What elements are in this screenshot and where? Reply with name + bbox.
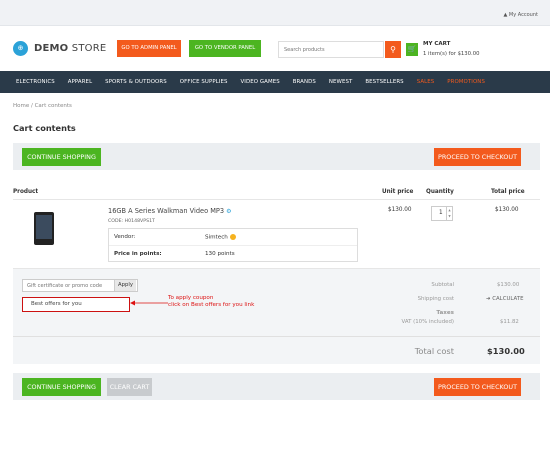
logo-rest: STORE <box>68 43 107 54</box>
vendor-label: Vendor: <box>114 234 136 240</box>
col-unit-price: Unit price <box>382 189 414 195</box>
subtotal-value: $130.00 <box>497 282 520 288</box>
logo-bold: DEMO <box>34 43 69 54</box>
quantity-stepper[interactable]: 1 ▲ ▼ <box>431 206 453 221</box>
nav-brands[interactable]: BRANDS <box>293 79 316 85</box>
cart-summary[interactable]: 1 item(s) for $130.00 <box>423 51 479 57</box>
gear-icon[interactable]: ⚙ <box>226 208 231 215</box>
top-strip: ▲ My Account <box>0 0 550 26</box>
vat-value: $11.82 <box>500 319 519 325</box>
vendor-value[interactable]: Simtech <box>205 234 236 241</box>
points-label: Price in points: <box>114 251 162 257</box>
cart-logo-icon: ⊕ <box>13 41 28 56</box>
continue-shopping-button-bottom[interactable]: CONTINUE SHOPPING <box>22 378 101 396</box>
divider <box>13 199 540 200</box>
calculate-text[interactable]: CALCULATE <box>492 296 523 302</box>
nav-sales[interactable]: SALES <box>417 79 435 85</box>
subtotal-label: Subtotal <box>431 282 454 288</box>
page-title: Cart contents <box>13 123 76 133</box>
points-value: 130 points <box>205 251 235 257</box>
shipping-label: Shipping cost <box>417 296 454 302</box>
store-logo[interactable]: ⊕ DEMO STORE <box>13 41 106 56</box>
product-name-text[interactable]: 16GB A Series Walkman Video MP3 <box>108 207 224 215</box>
language-selector[interactable] <box>10 5 40 19</box>
admin-panel-button[interactable]: GO TO ADMIN PANEL <box>117 40 181 57</box>
nav-office[interactable]: OFFICE SUPPLIES <box>180 79 228 85</box>
clear-cart-button[interactable]: CLEAR CART <box>107 378 152 396</box>
nav-apparel[interactable]: APPAREL <box>68 79 92 85</box>
taxes-label: Taxes <box>436 310 454 316</box>
main-nav: ELECTRONICS APPAREL SPORTS & OUTDOORS OF… <box>0 71 550 93</box>
total-price: $130.00 <box>495 207 519 213</box>
nav-newest[interactable]: NEWEST <box>329 79 353 85</box>
cart-title[interactable]: MY CART <box>423 41 450 47</box>
col-product: Product <box>13 189 39 195</box>
annotation-line-1: To apply coupon <box>168 295 214 301</box>
calculate-link[interactable]: ➜ CALCULATE <box>486 296 524 302</box>
search-button[interactable]: ⚲ <box>385 41 401 58</box>
quantity-value[interactable]: 1 <box>439 210 443 216</box>
annotation-line-2: click on Best offers for you link <box>168 302 255 308</box>
cart-icon[interactable]: 🛒 <box>406 43 418 56</box>
col-quantity: Quantity <box>426 189 454 195</box>
currency-selector[interactable] <box>40 5 70 19</box>
nav-video-games[interactable]: VIDEO GAMES <box>241 79 280 85</box>
annotation-text: To apply coupon click on Best offers for… <box>168 295 254 309</box>
vat-label: VAT (10% included) <box>401 319 454 325</box>
product-details: Vendor: Simtech Price in points: 130 poi… <box>108 228 358 262</box>
apply-button[interactable]: Apply <box>114 280 136 291</box>
divider <box>13 336 540 337</box>
product-code: CODE: H0148VPS1T <box>108 219 155 224</box>
proceed-checkout-button-bottom[interactable]: PROCEED TO CHECKOUT <box>434 378 521 396</box>
nav-promotions[interactable]: PROMOTIONS <box>447 79 485 85</box>
search-icon: ⚲ <box>390 45 396 54</box>
vendor-name[interactable]: Simtech <box>205 235 228 241</box>
col-total-price: Total price <box>491 189 525 195</box>
nav-electronics[interactable]: ELECTRONICS <box>16 79 55 85</box>
product-image[interactable] <box>34 212 54 245</box>
my-account-link[interactable]: ▲ My Account <box>504 12 539 18</box>
search-input[interactable] <box>278 41 384 58</box>
best-offers-box[interactable]: Best offers for you <box>22 297 130 312</box>
continue-shopping-button[interactable]: CONTINUE SHOPPING <box>22 148 101 166</box>
stepper-arrows-icon[interactable]: ▲ ▼ <box>446 207 452 220</box>
product-name[interactable]: 16GB A Series Walkman Video MP3 ⚙ <box>108 207 232 215</box>
proceed-checkout-button[interactable]: PROCEED TO CHECKOUT <box>434 148 521 166</box>
vendor-panel-button[interactable]: GO TO VENDOR PANEL <box>189 40 261 57</box>
annotation-arrow <box>130 300 168 306</box>
total-cost-value: $130.00 <box>487 346 525 356</box>
total-cost-label: Total cost <box>414 346 454 356</box>
vendor-badge-icon <box>229 234 236 240</box>
nav-sports[interactable]: SPORTS & OUTDOORS <box>105 79 167 85</box>
nav-bestsellers[interactable]: BESTSELLERS <box>365 79 403 85</box>
breadcrumb[interactable]: Home / Cart contents <box>13 103 72 109</box>
unit-price: $130.00 <box>388 207 412 213</box>
best-offers-link[interactable]: Best offers for you <box>31 301 82 307</box>
